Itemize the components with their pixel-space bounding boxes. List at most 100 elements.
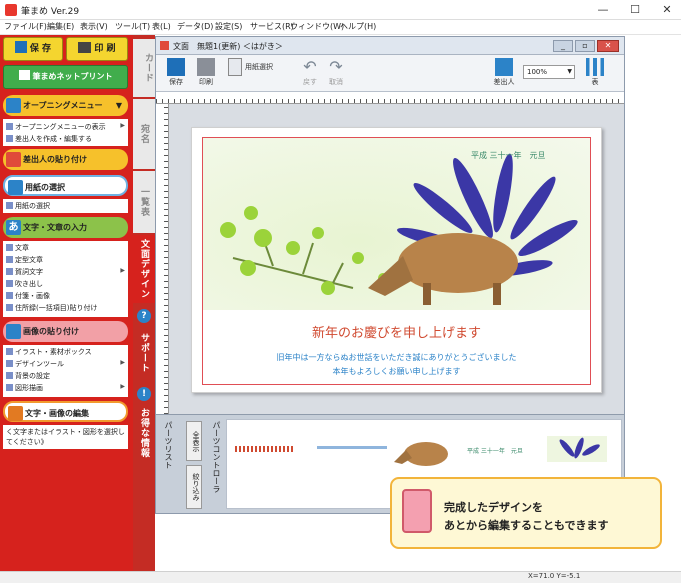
image-list: イラスト・素材ボックス デザインツール ▶ 背景の設定 図形描画 ▶ [3, 345, 128, 397]
save-tool-button[interactable]: 保存 [162, 58, 190, 87]
callout-line1: 完成したデザインを [444, 501, 543, 514]
text-input-button[interactable]: あ 文字・文章の入力 [3, 217, 128, 238]
document-titlebar: 文面 無題1(更新) ＜はがき＞ _ ▫ ✕ [156, 37, 624, 55]
tab-list[interactable]: 一覧表 [133, 171, 155, 233]
card-date[interactable]: 平成 三十一年 元旦 [471, 150, 546, 161]
list-item[interactable]: 用紙の選択 [6, 201, 50, 211]
list-item[interactable]: 図形描画 [6, 383, 43, 393]
side-tabs: カード 宛名 一覧表 文面デザイン ? サポート ! お得な情報 [133, 35, 155, 571]
floppy-icon [167, 58, 185, 76]
opening-menu-button[interactable]: オープニングメニュー ▼ [3, 95, 128, 116]
save-button[interactable]: 保 存 [3, 37, 63, 61]
menu-window[interactable]: ウィンドウ(W) [290, 21, 344, 32]
menu-help[interactable]: ヘルプ(H) [340, 21, 376, 32]
sender-icon [495, 58, 513, 76]
callout-line2: あとから編集することもできます [444, 519, 609, 532]
table-tool-button[interactable]: 表 [583, 58, 607, 87]
chevron-right-icon: ▶ [120, 383, 125, 390]
list-item[interactable]: オープニングメニューの表示 [6, 122, 106, 132]
minimize-button[interactable]: — [588, 2, 618, 18]
part-boar-thumb[interactable] [392, 434, 452, 474]
list-item[interactable]: 付箋・画像 [6, 291, 50, 301]
list-item[interactable]: 差出人を作成・編集する [6, 134, 92, 144]
list-item[interactable]: 背景の設定 [6, 371, 50, 381]
filter-button[interactable]: 絞り込み [186, 465, 202, 509]
menu-edit[interactable]: 編集(E) [47, 21, 74, 32]
doc-restore-button[interactable]: ▫ [575, 40, 595, 52]
sender-tool-button[interactable]: 差出人 [489, 58, 519, 87]
menu-data[interactable]: データ(D) [177, 21, 213, 32]
help-icon: ? [137, 309, 151, 323]
list-item[interactable]: 賀詞文字 [6, 267, 43, 277]
show-all-button[interactable]: 全表示 [186, 421, 202, 461]
mascot-icon [402, 489, 432, 533]
undo-icon: ↶ [303, 57, 317, 76]
card-greeting[interactable]: 新年のお慶びを申し上げます [203, 322, 590, 341]
zoom-select[interactable]: 100% ▼ [523, 65, 575, 79]
document-title: 文面 無題1(更新) ＜はがき＞ [173, 42, 283, 51]
parts-list-label: パーツリスト [164, 421, 173, 469]
chart-icon [586, 58, 604, 76]
print-button[interactable]: 印 刷 [66, 37, 128, 61]
list-item[interactable]: 定型文章 [6, 255, 43, 265]
part-greeting-thumb[interactable] [235, 446, 295, 452]
sender-paste-button[interactable]: 差出人の貼り付け [3, 149, 128, 170]
chevron-down-icon: ▼ [567, 68, 572, 75]
tab-deals[interactable]: お得な情報 [133, 403, 155, 463]
inoshishi-illustration [220, 153, 578, 305]
document-window: 文面 無題1(更新) ＜はがき＞ _ ▫ ✕ 保存 印刷 用紙選択 ↶ 戻す ↷ 取… [155, 36, 625, 514]
list-item[interactable]: イラスト・素材ボックス [6, 347, 92, 357]
title-bar: 筆まめ Ver.29 — ☐ ✕ [0, 0, 681, 20]
part-date-thumb[interactable]: 平成 三十一年 元旦 [467, 446, 523, 455]
horizontal-ruler [156, 92, 624, 104]
maximize-button[interactable]: ☐ [620, 2, 650, 18]
redo-icon: ↷ [329, 57, 343, 76]
print-tool-button[interactable]: 印刷 [192, 58, 220, 87]
tab-design[interactable]: 文面デザイン [133, 235, 155, 303]
menu-settings[interactable]: 設定(S) [215, 21, 242, 32]
cursor-coords: X=71.0 Y=-5.1 [528, 572, 581, 580]
card-message-line1[interactable]: 旧年中は一方ならぬお世話をいただき誠にありがとうございました [203, 352, 590, 363]
doc-minimize-button[interactable]: _ [553, 40, 573, 52]
menu-file[interactable]: ファイル(F) [4, 21, 47, 32]
list-item[interactable]: 住所録(一括項目)貼り付け [6, 303, 97, 313]
menu-bar: ファイル(F) 編集(E) 表示(V) ツール(T) 表(L) データ(D) 設… [0, 20, 681, 35]
printer-icon [18, 70, 30, 80]
menu-service[interactable]: サービス(R) [250, 21, 294, 32]
triangle-down-icon: ▼ [115, 101, 122, 110]
opening-list: オープニングメニューの表示 ▶ 差出人を作成・編集する [3, 119, 128, 146]
list-item[interactable]: デザインツール [6, 359, 64, 369]
image-icon [6, 324, 21, 339]
list-item[interactable]: 吹き出し [6, 279, 43, 289]
save-icon [14, 41, 27, 53]
doc-close-button[interactable]: ✕ [597, 40, 619, 52]
parts-controller-label: パーツコントローラ [212, 421, 221, 493]
chevron-right-icon: ▶ [120, 122, 125, 129]
app-icon [5, 4, 17, 16]
postcard[interactable]: 平成 三十一年 元旦 新年のお慶びを申し上げます 旧年中は一方ならぬお世話をいた… [191, 127, 602, 393]
netprint-button[interactable]: 筆まめネットプリント [3, 65, 128, 89]
edit-hint: く文字またはイラスト・図形を選択してください》 [6, 428, 125, 446]
tab-support[interactable]: サポート [133, 325, 155, 381]
tab-address[interactable]: 宛名 [133, 99, 155, 169]
edit-button[interactable]: 文字・画像の編集 [3, 401, 128, 422]
text-a-icon: あ [6, 220, 21, 235]
paper-select-tool-button[interactable]: 用紙選択 [228, 58, 288, 76]
part-message-thumb[interactable] [317, 446, 387, 449]
printer-icon [197, 58, 215, 76]
left-panel: 保 存 印 刷 筆まめネットプリント オープニングメニュー ▼ オープニングメニ… [0, 35, 133, 571]
menu-tool[interactable]: ツール(T) [115, 21, 150, 32]
part-leaf-thumb[interactable] [547, 436, 607, 462]
redo-button[interactable]: ↷ 取消 [324, 58, 348, 87]
close-button[interactable]: ✕ [652, 2, 681, 18]
list-item[interactable]: 文章 [6, 243, 29, 253]
tab-card[interactable]: カード [133, 39, 155, 97]
document-toolbar: 保存 印刷 用紙選択 ↶ 戻す ↷ 取消 差出人 100% ▼ 表 [156, 55, 624, 92]
image-paste-button[interactable]: 画像の貼り付け [3, 321, 128, 342]
paper-select-button[interactable]: 用紙の選択 [3, 175, 128, 196]
undo-button[interactable]: ↶ 戻す [298, 58, 322, 87]
info-callout: 完成したデザインを あとから編集することもできます [390, 477, 662, 549]
menu-view[interactable]: 表示(V) [80, 21, 108, 32]
menu-table[interactable]: 表(L) [152, 21, 171, 32]
card-message-line2[interactable]: 本年もよろしくお願い申し上げます [203, 366, 590, 377]
